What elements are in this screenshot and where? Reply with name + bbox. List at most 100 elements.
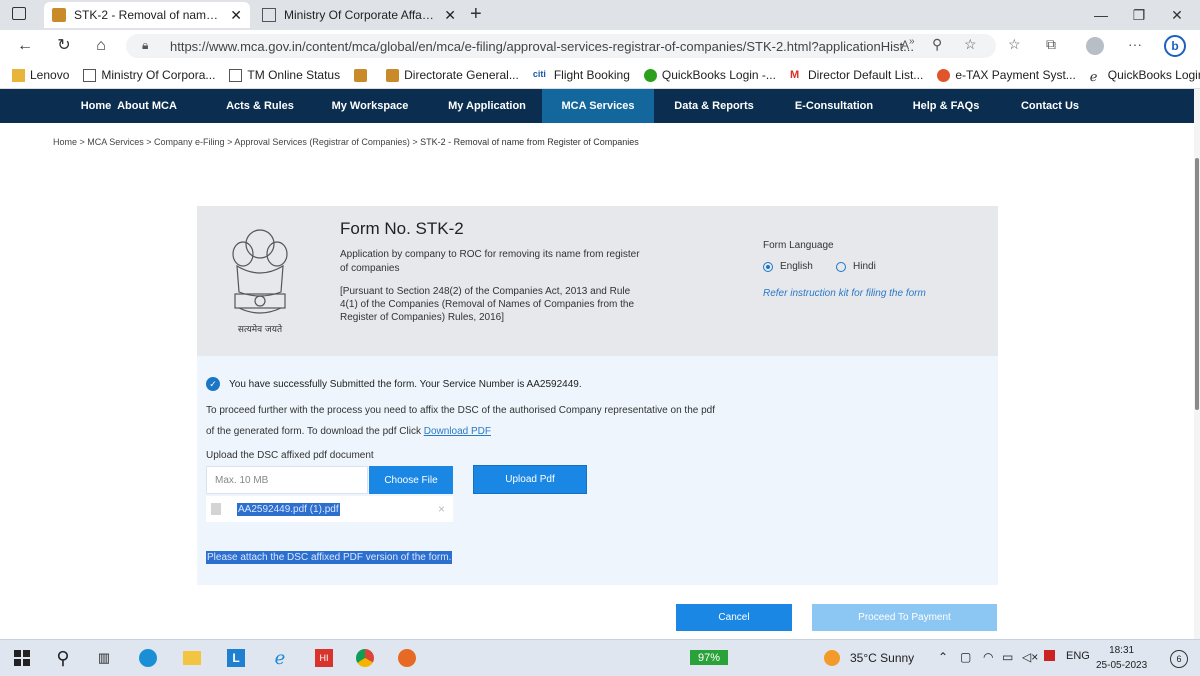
wifi-icon[interactable]: ◠ bbox=[983, 650, 993, 664]
proceed-to-payment-button[interactable]: Proceed To Payment bbox=[812, 604, 997, 631]
bookmark-item[interactable]: e-TAX Payment Syst... bbox=[937, 68, 1076, 82]
url-text: https://www.mca.gov.in/content/mca/globa… bbox=[170, 38, 914, 54]
app-l-icon[interactable]: L bbox=[226, 648, 246, 668]
file-upload-field[interactable]: Max. 10 MB bbox=[206, 466, 368, 494]
nav-help-faqs[interactable]: Help & FAQs bbox=[894, 89, 998, 123]
nav-my-workspace[interactable]: My Workspace bbox=[308, 89, 432, 123]
breadcrumb-path[interactable]: Home > MCA Services > Company e-Filing >… bbox=[53, 137, 420, 147]
close-tab-icon[interactable]: ✕ bbox=[230, 7, 242, 24]
nav-my-application[interactable]: My Application bbox=[432, 89, 542, 123]
nav-contact-us[interactable]: Contact Us bbox=[998, 89, 1102, 123]
collections-icon[interactable]: ⧉ bbox=[1046, 36, 1056, 53]
more-menu-icon[interactable]: ··· bbox=[1128, 36, 1142, 52]
cancel-button[interactable]: Cancel bbox=[676, 604, 792, 631]
close-tab-icon[interactable]: ✕ bbox=[444, 7, 456, 24]
nav-data-reports[interactable]: Data & Reports bbox=[654, 89, 774, 123]
radio-selected-icon[interactable] bbox=[763, 261, 773, 272]
nav-mca-services[interactable]: MCA Services bbox=[542, 89, 654, 123]
success-message: ✓ You have successfully Submitted the for… bbox=[206, 377, 582, 391]
nav-about-mca[interactable]: About MCA bbox=[82, 89, 212, 123]
edge-icon: ℯ bbox=[1089, 68, 1098, 84]
tab-actions-icon[interactable] bbox=[12, 7, 26, 20]
zoom-icon[interactable]: ⚲ bbox=[932, 36, 942, 53]
form-pursuant-text: [Pursuant to Section 248(2) of the Compa… bbox=[340, 286, 635, 323]
instruction-kit-link[interactable]: Refer instruction kit for filing the for… bbox=[763, 288, 926, 299]
bookmark-item[interactable]: M Director Default List... bbox=[790, 68, 923, 82]
bookmark-item[interactable]: TM Online Status bbox=[229, 68, 340, 82]
bookmark-item[interactable]: QuickBooks Login -... bbox=[643, 68, 776, 82]
sun-icon bbox=[824, 650, 840, 666]
upload-pdf-button[interactable]: Upload Pdf bbox=[473, 465, 587, 494]
bookmarks-bar: Lenovo Ministry Of Corpora... TM Online … bbox=[0, 62, 1200, 89]
volume-icon[interactable]: ◁× bbox=[1022, 650, 1038, 664]
tab-title: Ministry Of Corporate Affairs - M bbox=[284, 8, 436, 22]
tab-mca[interactable]: Ministry Of Corporate Affairs - M ✕ bbox=[254, 2, 464, 28]
lion-capital-icon bbox=[232, 229, 288, 314]
bing-chat-icon[interactable]: b bbox=[1164, 35, 1186, 57]
chrome-icon[interactable] bbox=[355, 648, 375, 668]
form-title: Form No. STK-2 bbox=[340, 219, 464, 238]
read-aloud-icon[interactable]: A» bbox=[901, 36, 915, 52]
nav-e-consultation[interactable]: E-Consultation bbox=[774, 89, 894, 123]
home-icon[interactable]: ⌂ bbox=[90, 36, 112, 56]
url-field[interactable]: https://www.mca.gov.in/content/mca/globa… bbox=[126, 34, 996, 58]
instruction-line-1: To proceed further with the process you … bbox=[206, 405, 716, 416]
attach-warning: Please attach the DSC affixed PDF versio… bbox=[206, 551, 453, 564]
language-indicator[interactable]: ENG bbox=[1066, 650, 1090, 662]
emblem-icon bbox=[354, 68, 368, 82]
emblem-caption: सत्यमेव जयते bbox=[237, 325, 283, 335]
bookmark-item[interactable]: Directorate General... bbox=[386, 68, 519, 82]
bookmark-item[interactable]: citi Flight Booking bbox=[533, 68, 630, 82]
bookmark-item[interactable]: Lenovo bbox=[12, 68, 69, 82]
page-icon bbox=[229, 68, 243, 82]
bookmark-item[interactable]: ℯQuickBooks Login -... bbox=[1089, 68, 1200, 84]
tab-stk2[interactable]: STK-2 - Removal of name from R ✕ bbox=[44, 2, 250, 28]
favorites-icon[interactable]: ☆ bbox=[1008, 36, 1021, 53]
internet-explorer-icon[interactable]: ℯ bbox=[270, 648, 290, 668]
breadcrumb-current: STK-2 - Removal of name from Register of… bbox=[420, 137, 639, 147]
weather-widget[interactable]: 35°C Sunny bbox=[824, 650, 914, 666]
scrollbar-thumb[interactable] bbox=[1195, 158, 1199, 410]
battery-tray-icon[interactable]: ▭ bbox=[1002, 650, 1013, 664]
firefox-icon[interactable] bbox=[397, 648, 417, 668]
form-header-panel bbox=[197, 206, 998, 356]
instruction-line-2: of the generated form. To download the p… bbox=[206, 426, 491, 437]
language-radio-english[interactable]: English bbox=[763, 261, 813, 272]
system-clock[interactable]: 18:31 25-05-2023 bbox=[1096, 643, 1147, 673]
language-radio-hindi[interactable]: Hindi bbox=[836, 261, 876, 272]
back-icon[interactable]: ← bbox=[14, 36, 36, 56]
antivirus-icon[interactable] bbox=[1044, 650, 1055, 664]
restore-icon[interactable]: ❐ bbox=[1120, 7, 1158, 24]
notification-center-icon[interactable]: 6 bbox=[1170, 650, 1188, 668]
windows-taskbar bbox=[0, 639, 1200, 676]
remove-file-icon[interactable]: × bbox=[438, 502, 445, 516]
main-navigation: Home About MCA Acts & Rules My Workspace… bbox=[0, 89, 1194, 123]
close-window-icon[interactable]: ✕ bbox=[1158, 7, 1196, 24]
edge-taskbar-icon[interactable] bbox=[138, 648, 158, 668]
lock-icon[interactable]: 🔒︎ bbox=[142, 38, 148, 53]
refresh-icon[interactable]: ↻ bbox=[53, 36, 75, 56]
gmail-icon: M bbox=[789, 68, 800, 81]
windows-start-icon[interactable] bbox=[12, 648, 32, 668]
battery-indicator[interactable]: 97% bbox=[690, 650, 728, 665]
task-view-icon[interactable]: ▥ bbox=[94, 648, 114, 668]
meet-icon[interactable]: ▢ bbox=[960, 650, 971, 664]
window-controls: — ❐ ✕ bbox=[1082, 0, 1196, 30]
profile-avatar[interactable] bbox=[1086, 37, 1104, 55]
bookmark-item[interactable] bbox=[354, 68, 372, 82]
radio-unselected-icon[interactable] bbox=[836, 261, 846, 272]
new-tab-button[interactable]: + bbox=[470, 3, 482, 26]
app-red-icon[interactable]: HI bbox=[314, 648, 334, 668]
etax-icon bbox=[937, 68, 951, 82]
favorite-star-icon[interactable]: ☆ bbox=[964, 36, 977, 53]
choose-file-button[interactable]: Choose File bbox=[369, 466, 453, 494]
bookmark-item[interactable]: Ministry Of Corpora... bbox=[83, 68, 215, 82]
file-explorer-icon[interactable] bbox=[182, 648, 202, 668]
search-icon[interactable]: ⚲ bbox=[53, 648, 73, 668]
file-icon bbox=[211, 503, 221, 515]
national-emblem-logo: सत्यमेव जयते bbox=[225, 222, 295, 337]
download-pdf-link[interactable]: Download PDF bbox=[424, 426, 491, 437]
nav-acts-rules[interactable]: Acts & Rules bbox=[212, 89, 308, 123]
tray-overflow-icon[interactable]: ⌃ bbox=[938, 650, 948, 664]
minimize-icon[interactable]: — bbox=[1082, 7, 1120, 23]
